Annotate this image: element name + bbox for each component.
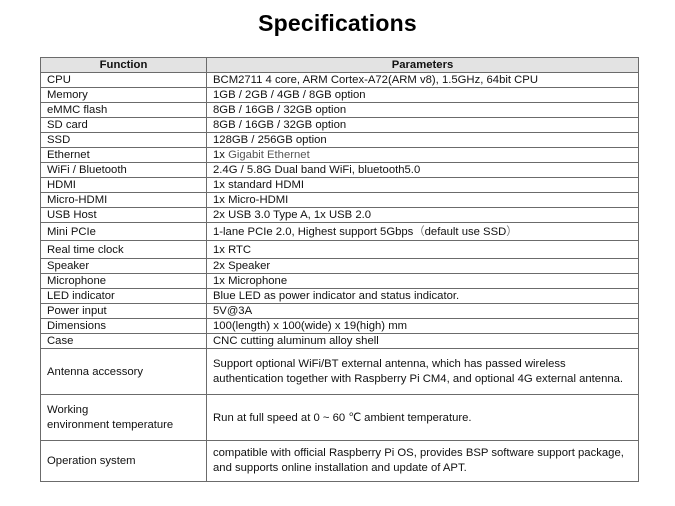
parameters-highlight: Gigabit Ethernet	[228, 149, 310, 161]
function-cell: Power input	[40, 303, 207, 319]
parameters-cell: 2x Speaker	[206, 258, 639, 274]
table-row: Power input 5V@3A	[40, 303, 639, 319]
table-row: WiFi / Bluetooth 2.4G / 5.8G Dual band W…	[40, 162, 639, 178]
parameters-cell: compatible with official Raspberry Pi OS…	[206, 440, 639, 482]
parameters-cell: 100(length) x 100(wide) x 19(high) mm	[206, 318, 639, 334]
table-row: Speaker 2x Speaker	[40, 258, 639, 274]
table-row: Ethernet 1x Gigabit Ethernet	[40, 147, 639, 163]
function-cell: WiFi / Bluetooth	[40, 162, 207, 178]
function-line-1: Working	[47, 403, 89, 416]
table-row: SSD 128GB / 256GB option	[40, 132, 639, 148]
parameters-cell: 1x Micro-HDMI	[206, 192, 639, 208]
parameters-cell: 5V@3A	[206, 303, 639, 319]
function-cell: CPU	[40, 72, 207, 88]
parameters-cell: 8GB / 16GB / 32GB option	[206, 117, 639, 133]
function-line-2: environment temperature	[47, 418, 174, 431]
table-row: USB Host 2x USB 3.0 Type A, 1x USB 2.0	[40, 207, 639, 223]
column-header-function: Function	[40, 57, 207, 73]
function-cell: Real time clock	[40, 240, 207, 259]
table-row: Microphone 1x Microphone	[40, 273, 639, 289]
specifications-table: Function Parameters CPU BCM2711 4 core, …	[40, 57, 639, 482]
function-cell: Antenna accessory	[40, 348, 207, 395]
parameters-note: default use SSD	[424, 225, 507, 238]
parameters-cell: 8GB / 16GB / 32GB option	[206, 102, 639, 118]
function-cell: Working environment temperature	[40, 394, 207, 441]
function-cell: USB Host	[40, 207, 207, 223]
function-cell: Micro-HDMI	[40, 192, 207, 208]
parameters-prefix: 1x	[213, 149, 229, 161]
table-row: Memory 1GB / 2GB / 4GB / 8GB option	[40, 87, 639, 103]
parameters-cell: 1-lane PCIe 2.0, Highest support 5Gbps（d…	[206, 222, 639, 241]
function-cell: HDMI	[40, 177, 207, 193]
function-cell: Dimensions	[40, 318, 207, 334]
page-title: Specifications	[258, 10, 417, 36]
parameters-cell: 2.4G / 5.8G Dual band WiFi, bluetooth5.0	[206, 162, 639, 178]
parameters-cell: 2x USB 3.0 Type A, 1x USB 2.0	[206, 207, 639, 223]
close-paren: ）	[506, 225, 518, 238]
parameters-cell: 1x Microphone	[206, 273, 639, 289]
table-header-row: Function Parameters	[40, 57, 639, 73]
table-row: Antenna accessory Support optional WiFi/…	[40, 348, 639, 395]
function-cell: SSD	[40, 132, 207, 148]
parameters-main: 1-lane PCIe 2.0, Highest support 5Gbps	[213, 225, 414, 238]
table-row: HDMI 1x standard HDMI	[40, 177, 639, 193]
table-row: LED indicator Blue LED as power indicato…	[40, 288, 639, 304]
function-cell: Speaker	[40, 258, 207, 274]
function-cell: eMMC flash	[40, 102, 207, 118]
parameters-cell: Run at full speed at 0 ~ 60 ℃ ambient te…	[206, 394, 639, 441]
function-cell: Ethernet	[40, 147, 207, 163]
parameters-cell: 1x RTC	[206, 240, 639, 259]
table-row: Case CNC cutting aluminum alloy shell	[40, 333, 639, 349]
function-cell: Memory	[40, 87, 207, 103]
table-row: Working environment temperature Run at fu…	[40, 394, 639, 441]
table-row: Micro-HDMI 1x Micro-HDMI	[40, 192, 639, 208]
parameters-cell: 1x Gigabit Ethernet	[206, 147, 639, 163]
function-cell: SD card	[40, 117, 207, 133]
table-row: Real time clock 1x RTC	[40, 240, 639, 259]
table-row: CPU BCM2711 4 core, ARM Cortex-A72(ARM v…	[40, 72, 639, 88]
table-row: Operation system compatible with officia…	[40, 440, 639, 482]
parameters-cell: 1x standard HDMI	[206, 177, 639, 193]
function-cell: Mini PCIe	[40, 222, 207, 241]
parameters-cell: 1GB / 2GB / 4GB / 8GB option	[206, 87, 639, 103]
function-cell: LED indicator	[40, 288, 207, 304]
table-row: SD card 8GB / 16GB / 32GB option	[40, 117, 639, 133]
table-row: eMMC flash 8GB / 16GB / 32GB option	[40, 102, 639, 118]
table-row: Mini PCIe 1-lane PCIe 2.0, Highest suppo…	[40, 222, 639, 241]
parameters-cell: Support optional WiFi/BT external antenn…	[206, 348, 639, 395]
function-cell: Case	[40, 333, 207, 349]
parameters-cell: Blue LED as power indicator and status i…	[206, 288, 639, 304]
parameters-cell: 128GB / 256GB option	[206, 132, 639, 148]
parameters-cell: BCM2711 4 core, ARM Cortex-A72(ARM v8), …	[206, 72, 639, 88]
function-cell: Microphone	[40, 273, 207, 289]
parameters-cell: CNC cutting aluminum alloy shell	[206, 333, 639, 349]
open-paren: （	[413, 225, 425, 238]
table-row: Dimensions 100(length) x 100(wide) x 19(…	[40, 318, 639, 334]
function-cell: Operation system	[40, 440, 207, 482]
column-header-parameters: Parameters	[206, 57, 639, 73]
